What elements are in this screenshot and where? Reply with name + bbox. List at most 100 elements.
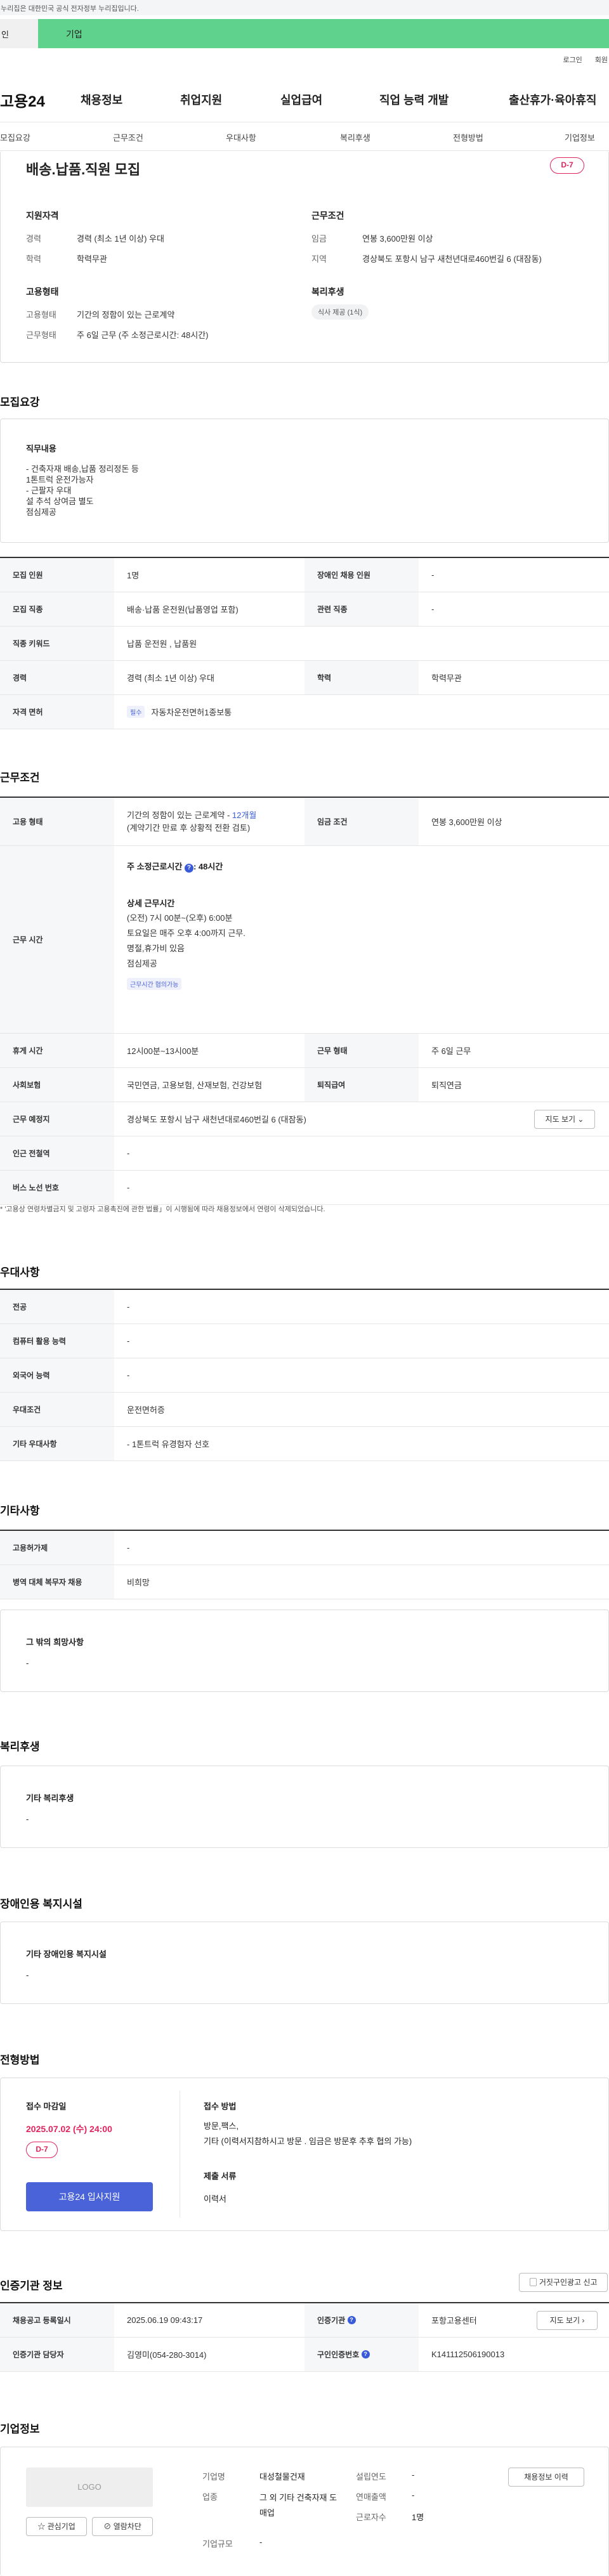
- table-row: 병역 대체 복무자 채용 비희망: [0, 1565, 609, 1599]
- apply-button[interactable]: 고용24 입사지원: [26, 2182, 153, 2211]
- block-view-button[interactable]: ⊘ 열람차단: [92, 2517, 153, 2536]
- table-header: 임금 조건: [304, 798, 419, 845]
- weekly-hours: 주 소정근로시간 ?: 48시간: [127, 862, 223, 873]
- nav-item-jobs[interactable]: 채용정보: [81, 91, 122, 108]
- table-header: 채용공고 등록일시: [0, 2303, 114, 2337]
- emp-label: 고용형태: [26, 310, 56, 320]
- table-header: 경력: [0, 661, 114, 694]
- table-row: 우대조건 운전면허증: [0, 1393, 609, 1427]
- map-button[interactable]: 지도 보기 ⌄: [534, 1110, 595, 1129]
- nav-item-unemployment-benefit[interactable]: 실업급여: [280, 91, 322, 108]
- announcement-left: 인: [0, 19, 38, 48]
- pref-table: 전공 - 컴퓨터 활용 능력 - 외국어 능력 - 우대조건 운전면허증 기타 우대사항…: [0, 1289, 609, 1461]
- table-row: 고용허가제 -: [0, 1531, 609, 1565]
- disabled-facility-heading: 기타 장애인용 복지시설: [26, 1949, 107, 1959]
- duty-content: - 건축자재 배송,납품 정리정돈 등 1톤트럭 운전가능자 - 근팔자 우대 …: [26, 464, 139, 517]
- tab-recruit[interactable]: 모집요강: [0, 131, 30, 143]
- tab-company[interactable]: 기업정보: [565, 131, 595, 143]
- table-cell: 운전면허증: [127, 1405, 165, 1415]
- table-header: 자격 면허: [0, 695, 114, 729]
- gov-banner: 이 누리집은 대한민국 공식 전자정부 누리집입니다.: [0, 0, 609, 15]
- table-header: 사회보험: [0, 1068, 114, 1102]
- nav-item-vocational-training[interactable]: 직업 능력 개발: [379, 91, 449, 108]
- qual-heading: 지원자격: [26, 211, 59, 221]
- work-table: 고용 형태 기간의 정함이 있는 근로계약 - 12개월 (계약기간 만료 후 …: [0, 797, 609, 1205]
- report-fake-ad-button[interactable]: ▢ 거짓구인광고 신고: [519, 2273, 608, 2292]
- table-row: 모집 인원 1명 장애인 채용 인원 -: [0, 558, 609, 592]
- method-heading: 접수 방법: [204, 2102, 237, 2111]
- required-chip: 필수: [127, 706, 145, 718]
- cert-table: 채용공고 등록일시 2025.06.19 09:43:17 인증기관 ? 포항고…: [0, 2302, 609, 2372]
- benefit-value: -: [26, 1814, 29, 1824]
- table-header: 퇴직급여: [304, 1068, 419, 1102]
- company-logo: LOGO: [26, 2468, 153, 2507]
- table-cell: 2025.06.19 09:43:17: [127, 2315, 203, 2325]
- table-row: 컴퓨터 활용 능력 -: [0, 1324, 609, 1358]
- field-label: 연매출액: [356, 2492, 386, 2502]
- dday-badge: D-7: [26, 2142, 58, 2158]
- login-link[interactable]: 로그인: [563, 55, 582, 65]
- star-icon: ☆: [37, 2522, 46, 2531]
- section-heading: 우대사항: [0, 1266, 40, 1278]
- main-nav: 고용24 채용정보 취업지원 실업급여 직업 능력 개발 출산휴가·육아휴직: [0, 89, 609, 110]
- table-row: 직종 키워드 납품 운전원 , 납품원: [0, 627, 609, 661]
- benefit-heading: 기타 복리후생: [26, 1793, 74, 1803]
- other-wishes-box: 그 밖의 희망사항 -: [0, 1610, 609, 1692]
- deadline-value: 2025.07.02 (수) 24:00: [26, 2124, 112, 2134]
- site-logo[interactable]: 고용24: [0, 89, 45, 111]
- table-cell: -: [127, 1148, 130, 1158]
- info-icon[interactable]: ?: [361, 2350, 370, 2358]
- table-header: 컴퓨터 활용 능력: [0, 1324, 114, 1358]
- etc-table: 고용허가제 - 병역 대체 복무자 채용 비희망: [0, 1530, 609, 1599]
- emp-value: 주 6일 근무 (주 소정근로시간: 48시간): [77, 330, 209, 340]
- license-value: 자동차운전면허1종보통: [151, 708, 232, 717]
- announcement-tab[interactable]: 기업: [38, 19, 609, 48]
- table-cell: -: [431, 570, 435, 580]
- block-icon: ⊘: [103, 2522, 112, 2531]
- docs-heading: 제출 서류: [204, 2171, 237, 2181]
- process-box: 접수 마감일 2025.07.02 (수) 24:00 D-7 고용24 입사지…: [0, 2078, 609, 2231]
- table-row: 모집 직종 배송·납품 운전원(납품영업 포함) 관련 직종 -: [0, 592, 609, 627]
- map-button[interactable]: 지도 보기 ›: [537, 2311, 598, 2330]
- emp-type: 기간의 정함이 있는 근로계약 -: [127, 810, 232, 820]
- chevron-right-icon: ›: [582, 2316, 585, 2325]
- nav-item-parental-leave[interactable]: 출산휴가·육아휴직: [509, 91, 596, 108]
- tab-preferences[interactable]: 우대사항: [226, 131, 256, 143]
- cond-value: 연봉 3,600만원 이상: [362, 234, 433, 244]
- signup-link[interactable]: 회원: [595, 55, 608, 65]
- nav-item-employment-support[interactable]: 취업지원: [180, 91, 222, 108]
- hours-detail: (오전) 7시 00분~(오후) 6:00분 토요일은 매주 오후 4:00까지…: [127, 913, 246, 968]
- top-links: 로그인 회원: [563, 55, 608, 65]
- favorite-company-button[interactable]: ☆ 관심기업: [26, 2517, 87, 2536]
- table-header: 직종 키워드: [0, 627, 114, 660]
- table-row: 자격 면허 필수 자동차운전면허1종보통: [0, 695, 609, 729]
- table-cell: 납품 운전원 , 납품원: [127, 639, 197, 649]
- tab-benefits[interactable]: 복리후생: [340, 131, 370, 143]
- table-row: 경력 경력 (최소 1년 이상) 우대 학력 학력무관: [0, 661, 609, 695]
- section-heading: 전형방법: [0, 2054, 40, 2066]
- section-heading: 기타사항: [0, 1505, 40, 1517]
- table-cell: -: [127, 1183, 130, 1192]
- table-cell: 12시00분~13시00분: [127, 1046, 199, 1056]
- table-cell: 포항고용센터: [431, 2316, 477, 2326]
- table-cell: 비희망: [127, 1578, 150, 1587]
- chevron-down-icon: ⌄: [577, 1115, 584, 1124]
- table-row: 전공 -: [0, 1290, 609, 1324]
- table-row: 채용공고 등록일시 2025.06.19 09:43:17 인증기관 ? 포항고…: [0, 2303, 609, 2338]
- hours-negotiable-chip: 근무시간 협의가능: [127, 978, 182, 990]
- field-value: -: [412, 2470, 415, 2480]
- table-header: 모집 직종: [0, 592, 114, 626]
- info-icon[interactable]: ?: [347, 2316, 356, 2324]
- qual-label: 학력: [26, 254, 41, 264]
- tab-work-conditions[interactable]: 근무조건: [113, 131, 143, 143]
- info-icon[interactable]: ?: [184, 864, 193, 873]
- table-cell: 국민연금, 고용보험, 산재보험, 건강보험: [127, 1081, 263, 1090]
- tab-process[interactable]: 전형방법: [453, 131, 483, 143]
- table-cell: 기간의 정함이 있는 근로계약 - 12개월 (계약기간 만료 후 상황적 전환…: [114, 798, 256, 845]
- table-header: 모집 인원: [0, 558, 114, 592]
- other-wishes-heading: 그 밖의 희망사항: [26, 1637, 84, 1647]
- cond-heading: 근무조건: [311, 211, 344, 221]
- contract-period: 12개월: [232, 810, 257, 820]
- section-heading: 장애인용 복지시설: [0, 1898, 82, 1910]
- job-history-button[interactable]: 채용정보 이력: [508, 2468, 584, 2487]
